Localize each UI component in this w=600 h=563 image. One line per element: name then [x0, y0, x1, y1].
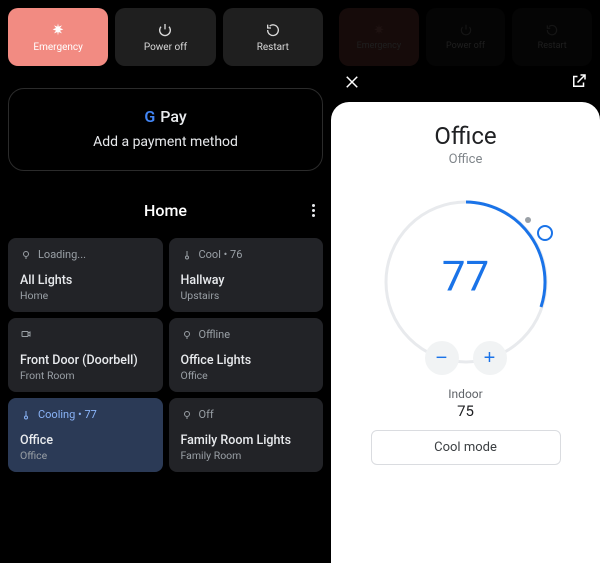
tile-name: Office Lights — [181, 353, 312, 368]
power-menu-screen: Emergency Power off Restart G Pay Add a … — [0, 0, 331, 563]
mode-label: Cool mode — [434, 440, 497, 455]
tile-office-lights[interactable]: Offline Office Lights Office — [169, 318, 324, 392]
bulb-icon — [20, 249, 32, 261]
tile-name: Office — [20, 433, 151, 448]
sheet-title: Office — [434, 122, 496, 150]
bulb-icon — [181, 329, 193, 341]
more-vert-icon — [312, 204, 315, 217]
emergency-label: Emergency — [33, 42, 82, 53]
tile-all-lights[interactable]: Loading... All Lights Home — [8, 238, 163, 312]
thermostat-detail-screen: Emergency Power off Restart Office Offic… — [331, 0, 600, 563]
home-title: Home — [144, 201, 187, 220]
dial-handle[interactable] — [537, 225, 553, 241]
dial-range-dot — [525, 217, 531, 223]
tile-name: Front Door (Doorbell) — [20, 353, 151, 368]
asterisk-icon — [50, 22, 66, 38]
emergency-button[interactable]: Emergency — [8, 8, 108, 66]
restart-label: Restart — [257, 42, 289, 53]
emergency-button-dim: Emergency — [339, 8, 419, 66]
tile-hallway[interactable]: Cool • 76 Hallway Upstairs — [169, 238, 324, 312]
tile-room: Upstairs — [181, 289, 312, 302]
power-off-label-dim: Power off — [446, 41, 485, 51]
sheet-overlay-bar — [331, 70, 600, 100]
power-row: Emergency Power off Restart — [8, 8, 323, 78]
target-temp: 77 — [442, 253, 489, 302]
power-off-button-dim: Power off — [426, 8, 506, 66]
gpay-sub: Add a payment method — [93, 134, 238, 150]
temp-increase-button[interactable]: + — [473, 341, 507, 375]
close-button[interactable] — [343, 73, 361, 94]
emergency-label-dim: Emergency — [357, 41, 402, 51]
bulb-icon — [181, 409, 193, 421]
power-icon — [459, 23, 473, 37]
tile-front-door[interactable]: Front Door (Doorbell) Front Room — [8, 318, 163, 392]
tile-name: All Lights — [20, 273, 151, 288]
power-row-dimmed: Emergency Power off Restart — [331, 0, 600, 70]
google-logo-icon: G — [144, 107, 155, 126]
tile-status: Cool • 76 — [199, 248, 243, 261]
restart-button-dim: Restart — [512, 8, 592, 66]
tile-name: Hallway — [181, 273, 312, 288]
power-icon — [157, 22, 173, 38]
tile-room: Family Room — [181, 449, 312, 462]
home-more-button[interactable] — [312, 204, 315, 217]
restart-button[interactable]: Restart — [223, 8, 323, 66]
thermometer-icon — [20, 409, 32, 421]
open-external-button[interactable] — [570, 72, 588, 94]
thermometer-icon — [181, 249, 193, 261]
tile-room: Front Room — [20, 369, 151, 382]
indoor-label: Indoor — [448, 387, 482, 401]
restart-icon — [265, 22, 281, 38]
thermostat-sheet: Office Office 77 − + Indoor 75 Cool mode — [331, 102, 600, 563]
temperature-dial[interactable]: 77 − + — [371, 187, 561, 377]
gpay-card[interactable]: G Pay Add a payment method — [8, 88, 323, 171]
gpay-brand: G Pay — [144, 107, 186, 126]
asterisk-icon — [372, 23, 386, 37]
restart-icon — [545, 23, 559, 37]
tile-family-room-lights[interactable]: Off Family Room Lights Family Room — [169, 398, 324, 472]
tile-status: Off — [199, 408, 214, 421]
mode-button[interactable]: Cool mode — [371, 430, 561, 465]
tile-status: Offline — [199, 328, 231, 341]
indoor-temp: 75 — [457, 402, 474, 420]
home-header: Home — [8, 201, 323, 220]
power-off-button[interactable]: Power off — [115, 8, 215, 66]
tile-room: Home — [20, 289, 151, 302]
tile-office-thermostat[interactable]: Cooling • 77 Office Office — [8, 398, 163, 472]
device-tiles: Loading... All Lights Home Cool • 76 Hal… — [8, 238, 323, 472]
tile-status: Loading... — [38, 248, 86, 261]
tile-room: Office — [20, 449, 151, 462]
tile-room: Office — [181, 369, 312, 382]
sheet-sub: Office — [449, 152, 483, 167]
tile-name: Family Room Lights — [181, 433, 312, 448]
gpay-pay-label: Pay — [160, 107, 186, 126]
power-off-label: Power off — [144, 42, 187, 53]
tile-status: Cooling • 77 — [38, 408, 97, 421]
close-icon — [343, 73, 361, 91]
restart-label-dim: Restart — [538, 41, 567, 51]
open-external-icon — [570, 72, 588, 90]
camera-icon — [20, 328, 32, 340]
temp-decrease-button[interactable]: − — [425, 341, 459, 375]
